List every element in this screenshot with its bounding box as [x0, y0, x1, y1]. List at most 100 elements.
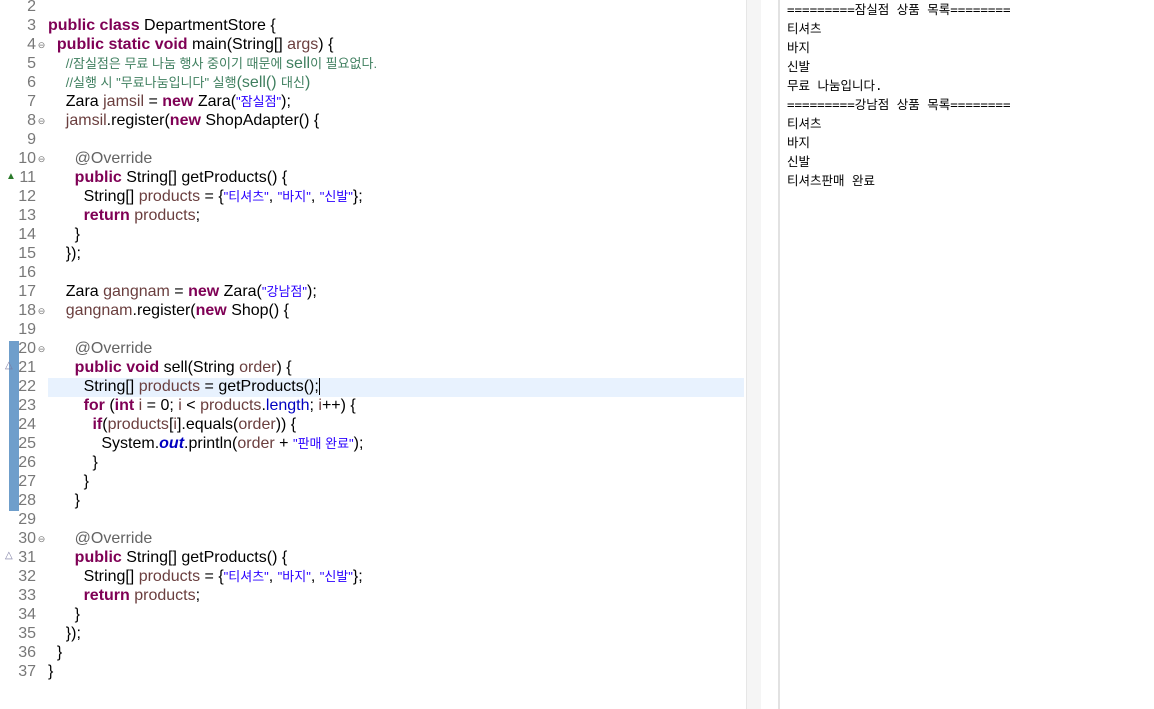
code-text[interactable]: public String[] getProducts() {: [48, 168, 288, 187]
code-text[interactable]: }: [48, 662, 53, 681]
code-token: = {: [200, 568, 224, 585]
code-text[interactable]: //잠실점은 무료 나눔 행사 중이기 때문에 sell이 필요없다.: [48, 54, 377, 73]
code-line[interactable]: 6 //실행 시 "무료나눔입니다" 실행(sell() 대신): [0, 73, 746, 92]
implement-marker-icon[interactable]: △: [5, 551, 13, 561]
code-token: //실행 시 "무료나눔입니다" 실행: [65, 75, 237, 90]
code-text[interactable]: Zara jamsil = new Zara("잠실점");: [48, 92, 291, 111]
code-text[interactable]: }: [48, 453, 97, 472]
code-token: gangnam: [103, 283, 170, 300]
code-line[interactable]: 29: [0, 510, 746, 529]
code-line[interactable]: 12 String[] products = {"티셔츠", "바지", "신발…: [0, 187, 746, 206]
code-line[interactable]: 14 }: [0, 225, 746, 244]
console-output[interactable]: =========잠실점 상품 목록======== 티셔츠 바지 신발 무료 나눔입니…: [780, 0, 1154, 709]
code-line[interactable]: 5 //잠실점은 무료 나눔 행사 중이기 때문에 sell이 필요없다.: [0, 54, 746, 73]
code-token: }: [48, 644, 63, 661]
code-text[interactable]: });: [48, 244, 81, 263]
code-line[interactable]: 26 }: [0, 453, 746, 472]
code-line[interactable]: 4 ⊖ public static void main(String[] args…: [0, 35, 746, 54]
code-line[interactable]: 20 ⊖ @Override: [0, 339, 746, 358]
code-line[interactable]: 22 String[] products = getProducts();: [0, 377, 746, 396]
line-number: 36: [18, 644, 36, 661]
fold-toggle-icon[interactable]: ⊖: [37, 535, 46, 544]
code-text[interactable]: public void sell(String order) {: [48, 358, 292, 377]
code-text[interactable]: Zara gangnam = new Zara("강남점");: [48, 282, 317, 301]
code-line[interactable]: 24 if(products[i].equals(order)) {: [0, 415, 746, 434]
code-token: ) {: [276, 359, 292, 376]
code-line[interactable]: 36 }: [0, 643, 746, 662]
code-line[interactable]: 3 public class DepartmentStore {: [0, 16, 746, 35]
code-text[interactable]: if(products[i].equals(order)) {: [48, 415, 296, 434]
fold-toggle-icon[interactable]: ⊖: [37, 345, 46, 354]
code-text[interactable]: @Override: [48, 529, 153, 548]
code-text[interactable]: return products;: [48, 586, 201, 605]
code-text[interactable]: public static void main(String[] args) {: [48, 35, 334, 54]
code-text[interactable]: return products;: [48, 206, 201, 225]
code-text[interactable]: for (int i = 0; i < products.length; i++…: [48, 396, 356, 415]
code-text[interactable]: }: [48, 643, 62, 662]
override-marker-icon[interactable]: ▲: [6, 172, 16, 182]
code-line[interactable]: 37}: [0, 662, 746, 681]
code-line[interactable]: 35 });: [0, 624, 746, 643]
code-line[interactable]: 30 ⊖ @Override: [0, 529, 746, 548]
code-text[interactable]: String[] products = {"티셔츠", "바지", "신발"};: [48, 187, 363, 206]
code-text[interactable]: //실행 시 "무료나눔입니다" 실행(sell() 대신): [48, 73, 311, 92]
code-line[interactable]: 7 Zara jamsil = new Zara("잠실점");: [0, 92, 746, 111]
code-line[interactable]: 10 ⊖ @Override: [0, 149, 746, 168]
code-token: @Override: [74, 150, 153, 167]
code-line[interactable]: 13 return products;: [0, 206, 746, 225]
code-line[interactable]: 18 ⊖ gangnam.register(new Shop() {: [0, 301, 746, 320]
code-line[interactable]: 23 for (int i = 0; i < products.length; …: [0, 396, 746, 415]
code-line[interactable]: 16: [0, 263, 746, 282]
code-text[interactable]: }: [48, 605, 80, 624]
editor-vertical-scrollbar[interactable]: [746, 0, 761, 709]
code-text[interactable]: System.out.println(order + "판매 완료");: [48, 434, 363, 453]
code-token: =: [169, 283, 189, 300]
fold-toggle-icon[interactable]: ⊖: [37, 41, 46, 50]
code-text[interactable]: public class DepartmentStore {: [48, 16, 276, 35]
code-text[interactable]: });: [48, 624, 81, 643]
code-line[interactable]: 28 }: [0, 491, 746, 510]
line-number: 8: [27, 112, 36, 129]
line-number: 3: [27, 17, 36, 34]
code-line[interactable]: 11 ▲ public String[] getProducts() {: [0, 168, 746, 187]
fold-toggle-icon[interactable]: ⊖: [37, 307, 46, 316]
code-text[interactable]: }: [48, 491, 80, 510]
code-token: ,: [310, 188, 320, 205]
fold-toggle-icon[interactable]: ⊖: [37, 155, 46, 164]
code-line[interactable]: 21 △ public void sell(String order) {: [0, 358, 746, 377]
code-text[interactable]: gangnam.register(new Shop() {: [48, 301, 289, 320]
fold-toggle-icon[interactable]: ⊖: [37, 117, 46, 126]
code-line[interactable]: 27 }: [0, 472, 746, 491]
code-token: 대신: [281, 75, 305, 90]
console-line: 티셔츠: [787, 116, 822, 131]
code-editor[interactable]: 2 3 public class DepartmentStore {4 ⊖ publi…: [0, 0, 746, 709]
code-text[interactable]: }: [48, 472, 89, 491]
code-token: );: [353, 435, 364, 452]
code-line[interactable]: 32 String[] products = {"티셔츠", "바지", "신발…: [0, 567, 746, 586]
code-text[interactable]: String[] products = {"티셔츠", "바지", "신발"};: [48, 567, 363, 586]
code-line[interactable]: 2: [0, 0, 746, 16]
code-line[interactable]: 19: [0, 320, 746, 339]
code-line[interactable]: 31 △ public String[] getProducts() {: [0, 548, 746, 567]
line-number: 37: [18, 663, 36, 680]
code-line[interactable]: 8 ⊖ jamsil.register(new ShopAdapter() {: [0, 111, 746, 130]
code-token: ;: [195, 587, 201, 604]
code-line[interactable]: 34 }: [0, 605, 746, 624]
code-text[interactable]: public String[] getProducts() {: [48, 548, 288, 567]
code-line[interactable]: 33 return products;: [0, 586, 746, 605]
code-token: public static void: [56, 36, 193, 53]
line-number: 33: [18, 587, 36, 604]
code-text[interactable]: }: [48, 225, 80, 244]
code-text[interactable]: @Override: [48, 339, 153, 358]
code-line[interactable]: 9: [0, 130, 746, 149]
code-token: Zara(: [223, 283, 262, 300]
code-line[interactable]: 25 System.out.println(order + "판매 완료");: [0, 434, 746, 453]
code-line[interactable]: 17 Zara gangnam = new Zara("강남점");: [0, 282, 746, 301]
implement-marker-icon[interactable]: △: [5, 361, 13, 371]
code-text[interactable]: jamsil.register(new ShopAdapter() {: [48, 111, 319, 130]
code-text[interactable]: @Override: [48, 149, 153, 168]
code-line[interactable]: 15 });: [0, 244, 746, 263]
code-text[interactable]: String[] products = getProducts();: [48, 377, 320, 396]
